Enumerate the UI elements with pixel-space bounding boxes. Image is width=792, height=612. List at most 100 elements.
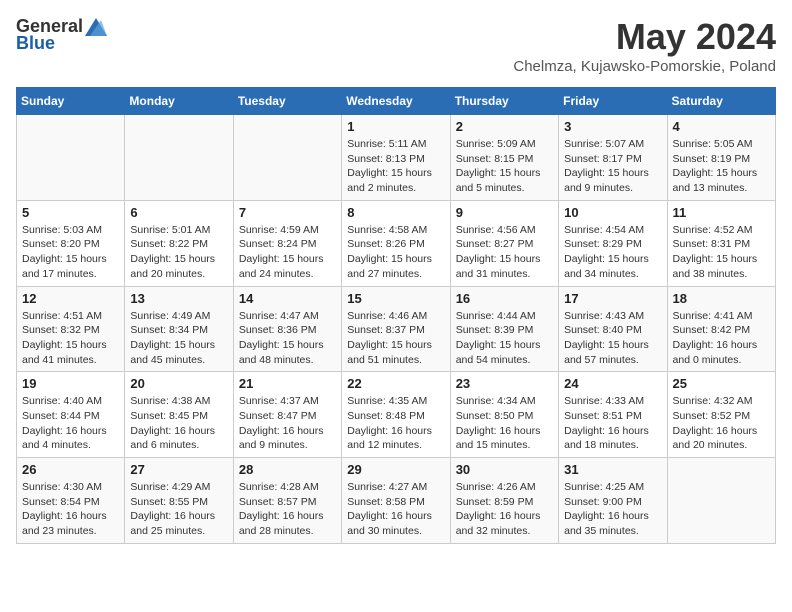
header-row: SundayMondayTuesdayWednesdayThursdayFrid… <box>17 88 776 115</box>
day-info: Sunrise: 4:56 AM Sunset: 8:27 PM Dayligh… <box>456 223 553 282</box>
column-header-tuesday: Tuesday <box>233 88 341 115</box>
day-number: 17 <box>564 291 661 306</box>
header: General Blue May 2024 Chelmza, Kujawsko-… <box>16 16 776 75</box>
calendar-cell <box>233 115 341 201</box>
calendar-cell: 24 Sunrise: 4:33 AM Sunset: 8:51 PM Dayli… <box>559 372 667 458</box>
day-info: Sunrise: 4:54 AM Sunset: 8:29 PM Dayligh… <box>564 223 661 282</box>
day-number: 3 <box>564 119 661 134</box>
day-info: Sunrise: 4:28 AM Sunset: 8:57 PM Dayligh… <box>239 480 336 539</box>
day-info: Sunrise: 4:46 AM Sunset: 8:37 PM Dayligh… <box>347 309 444 368</box>
calendar-cell: 12 Sunrise: 4:51 AM Sunset: 8:32 PM Dayli… <box>17 286 125 372</box>
day-number: 26 <box>22 462 119 477</box>
calendar-cell: 31Sunrise: 4:25 AM Sunset: 9:00 PM Dayli… <box>559 458 667 544</box>
day-info: Sunrise: 4:37 AM Sunset: 8:47 PM Dayligh… <box>239 394 336 453</box>
day-number: 30 <box>456 462 553 477</box>
day-info: Sunrise: 5:01 AM Sunset: 8:22 PM Dayligh… <box>130 223 227 282</box>
day-number: 24 <box>564 376 661 391</box>
column-header-sunday: Sunday <box>17 88 125 115</box>
calendar-cell: 7 Sunrise: 4:59 AM Sunset: 8:24 PM Daylig… <box>233 200 341 286</box>
calendar-cell: 20Sunrise: 4:38 AM Sunset: 8:45 PM Dayli… <box>125 372 233 458</box>
calendar-cell: 10 Sunrise: 4:54 AM Sunset: 8:29 PM Dayli… <box>559 200 667 286</box>
calendar-cell: 16Sunrise: 4:44 AM Sunset: 8:39 PM Dayli… <box>450 286 558 372</box>
calendar-cell: 13 Sunrise: 4:49 AM Sunset: 8:34 PM Dayli… <box>125 286 233 372</box>
day-number: 23 <box>456 376 553 391</box>
column-header-wednesday: Wednesday <box>342 88 450 115</box>
day-number: 20 <box>130 376 227 391</box>
day-number: 29 <box>347 462 444 477</box>
day-number: 19 <box>22 376 119 391</box>
calendar-cell: 2 Sunrise: 5:09 AM Sunset: 8:15 PM Daylig… <box>450 115 558 201</box>
location-subtitle: Chelmza, Kujawsko-Pomorskie, Poland <box>513 58 776 75</box>
day-number: 18 <box>673 291 770 306</box>
calendar-cell: 26 Sunrise: 4:30 AM Sunset: 8:54 PM Dayli… <box>17 458 125 544</box>
day-number: 11 <box>673 205 770 220</box>
day-info: Sunrise: 4:27 AM Sunset: 8:58 PM Dayligh… <box>347 480 444 539</box>
day-info: Sunrise: 4:43 AM Sunset: 8:40 PM Dayligh… <box>564 309 661 368</box>
calendar-cell <box>667 458 775 544</box>
logo: General Blue <box>16 16 107 54</box>
calendar-cell: 17 Sunrise: 4:43 AM Sunset: 8:40 PM Dayli… <box>559 286 667 372</box>
calendar-cell: 11 Sunrise: 4:52 AM Sunset: 8:31 PM Dayli… <box>667 200 775 286</box>
day-info: Sunrise: 4:32 AM Sunset: 8:52 PM Dayligh… <box>673 394 770 453</box>
column-header-friday: Friday <box>559 88 667 115</box>
logo-text-blue: Blue <box>16 33 55 54</box>
calendar-cell: 3 Sunrise: 5:07 AM Sunset: 8:17 PM Daylig… <box>559 115 667 201</box>
day-number: 8 <box>347 205 444 220</box>
day-info: Sunrise: 5:03 AM Sunset: 8:20 PM Dayligh… <box>22 223 119 282</box>
calendar-cell: 8 Sunrise: 4:58 AM Sunset: 8:26 PM Daylig… <box>342 200 450 286</box>
calendar-cell: 21Sunrise: 4:37 AM Sunset: 8:47 PM Dayli… <box>233 372 341 458</box>
calendar-cell: 22Sunrise: 4:35 AM Sunset: 8:48 PM Dayli… <box>342 372 450 458</box>
day-info: Sunrise: 4:59 AM Sunset: 8:24 PM Dayligh… <box>239 223 336 282</box>
day-info: Sunrise: 4:41 AM Sunset: 8:42 PM Dayligh… <box>673 309 770 368</box>
calendar-cell: 27 Sunrise: 4:29 AM Sunset: 8:55 PM Dayli… <box>125 458 233 544</box>
day-info: Sunrise: 4:29 AM Sunset: 8:55 PM Dayligh… <box>130 480 227 539</box>
day-info: Sunrise: 4:52 AM Sunset: 8:31 PM Dayligh… <box>673 223 770 282</box>
calendar-week-4: 19 Sunrise: 4:40 AM Sunset: 8:44 PM Dayli… <box>17 372 776 458</box>
day-number: 10 <box>564 205 661 220</box>
calendar-cell: 25Sunrise: 4:32 AM Sunset: 8:52 PM Dayli… <box>667 372 775 458</box>
calendar-cell: 5 Sunrise: 5:03 AM Sunset: 8:20 PM Daylig… <box>17 200 125 286</box>
day-info: Sunrise: 4:47 AM Sunset: 8:36 PM Dayligh… <box>239 309 336 368</box>
calendar-cell <box>17 115 125 201</box>
day-number: 12 <box>22 291 119 306</box>
day-number: 15 <box>347 291 444 306</box>
day-number: 13 <box>130 291 227 306</box>
calendar-cell: 18 Sunrise: 4:41 AM Sunset: 8:42 PM Dayli… <box>667 286 775 372</box>
day-number: 31 <box>564 462 661 477</box>
day-info: Sunrise: 5:11 AM Sunset: 8:13 PM Dayligh… <box>347 137 444 196</box>
day-info: Sunrise: 4:33 AM Sunset: 8:51 PM Dayligh… <box>564 394 661 453</box>
column-header-saturday: Saturday <box>667 88 775 115</box>
day-number: 6 <box>130 205 227 220</box>
day-info: Sunrise: 4:44 AM Sunset: 8:39 PM Dayligh… <box>456 309 553 368</box>
day-number: 2 <box>456 119 553 134</box>
calendar-cell <box>125 115 233 201</box>
calendar-cell: 14Sunrise: 4:47 AM Sunset: 8:36 PM Dayli… <box>233 286 341 372</box>
day-info: Sunrise: 5:05 AM Sunset: 8:19 PM Dayligh… <box>673 137 770 196</box>
calendar-week-1: 1 Sunrise: 5:11 AM Sunset: 8:13 PM Daylig… <box>17 115 776 201</box>
day-info: Sunrise: 4:58 AM Sunset: 8:26 PM Dayligh… <box>347 223 444 282</box>
day-number: 9 <box>456 205 553 220</box>
calendar-cell: 29 Sunrise: 4:27 AM Sunset: 8:58 PM Dayli… <box>342 458 450 544</box>
day-info: Sunrise: 5:07 AM Sunset: 8:17 PM Dayligh… <box>564 137 661 196</box>
day-number: 28 <box>239 462 336 477</box>
calendar-week-3: 12 Sunrise: 4:51 AM Sunset: 8:32 PM Dayli… <box>17 286 776 372</box>
column-header-monday: Monday <box>125 88 233 115</box>
calendar-cell: 23Sunrise: 4:34 AM Sunset: 8:50 PM Dayli… <box>450 372 558 458</box>
calendar-week-2: 5 Sunrise: 5:03 AM Sunset: 8:20 PM Daylig… <box>17 200 776 286</box>
day-number: 7 <box>239 205 336 220</box>
day-info: Sunrise: 4:40 AM Sunset: 8:44 PM Dayligh… <box>22 394 119 453</box>
calendar-cell: 9 Sunrise: 4:56 AM Sunset: 8:27 PM Daylig… <box>450 200 558 286</box>
column-header-thursday: Thursday <box>450 88 558 115</box>
day-info: Sunrise: 4:51 AM Sunset: 8:32 PM Dayligh… <box>22 309 119 368</box>
day-info: Sunrise: 4:30 AM Sunset: 8:54 PM Dayligh… <box>22 480 119 539</box>
day-number: 5 <box>22 205 119 220</box>
calendar-cell: 19 Sunrise: 4:40 AM Sunset: 8:44 PM Dayli… <box>17 372 125 458</box>
day-info: Sunrise: 4:49 AM Sunset: 8:34 PM Dayligh… <box>130 309 227 368</box>
day-number: 1 <box>347 119 444 134</box>
calendar-cell: 28 Sunrise: 4:28 AM Sunset: 8:57 PM Dayli… <box>233 458 341 544</box>
day-number: 27 <box>130 462 227 477</box>
day-info: Sunrise: 5:09 AM Sunset: 8:15 PM Dayligh… <box>456 137 553 196</box>
month-year-title: May 2024 <box>513 16 776 58</box>
calendar-cell: 30Sunrise: 4:26 AM Sunset: 8:59 PM Dayli… <box>450 458 558 544</box>
calendar-cell: 1 Sunrise: 5:11 AM Sunset: 8:13 PM Daylig… <box>342 115 450 201</box>
